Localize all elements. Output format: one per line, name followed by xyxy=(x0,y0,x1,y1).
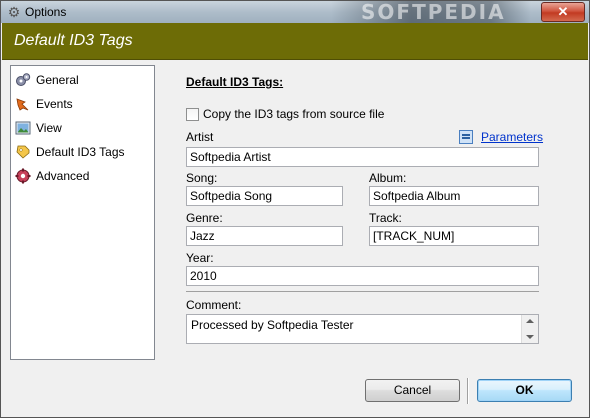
nav-item-label: View xyxy=(36,121,62,135)
nav-item-view[interactable]: View xyxy=(15,118,151,138)
section-title: Default ID3 Tags: xyxy=(186,75,284,89)
scroll-up-icon[interactable] xyxy=(526,319,534,323)
page-header: Default ID3 Tags xyxy=(2,23,588,60)
title-bar[interactable]: SOFTPEDIA ⚙ Options ✕ xyxy=(1,1,589,23)
track-label: Track: xyxy=(369,211,402,225)
window-title: Options xyxy=(25,5,67,19)
album-label: Album: xyxy=(369,171,407,185)
nav-item-advanced[interactable]: Advanced xyxy=(15,166,151,186)
artist-label: Artist xyxy=(186,130,214,144)
tags-icon xyxy=(15,144,31,160)
id3-tags-panel: Default ID3 Tags: Copy the ID3 tags from… xyxy=(167,65,579,365)
nav-item-default-id3-tags[interactable]: Default ID3 Tags xyxy=(15,142,151,162)
gear-icon: ⚙ xyxy=(7,4,21,20)
options-nav: General Events View Default ID3 Tags Adv… xyxy=(10,65,155,360)
genre-label: Genre: xyxy=(186,211,223,225)
nav-item-label: Advanced xyxy=(36,169,90,183)
divider xyxy=(186,291,539,292)
events-icon xyxy=(15,96,31,112)
nav-item-label: General xyxy=(36,73,79,87)
watermark: SOFTPEDIA xyxy=(331,1,531,23)
parameters-link[interactable]: Parameters xyxy=(481,130,543,144)
close-button[interactable]: ✕ xyxy=(541,2,585,22)
view-icon xyxy=(15,120,31,136)
track-field[interactable]: [TRACK_NUM] xyxy=(369,226,539,246)
scroll-down-icon[interactable] xyxy=(526,335,534,339)
parameters-icon[interactable] xyxy=(459,130,473,144)
gears-icon xyxy=(15,72,31,88)
nav-item-label: Default ID3 Tags xyxy=(36,145,125,159)
artist-field[interactable]: Softpedia Artist xyxy=(186,147,539,167)
nav-item-events[interactable]: Events xyxy=(15,94,151,114)
song-field[interactable]: Softpedia Song xyxy=(186,186,343,206)
genre-field[interactable]: Jazz xyxy=(186,226,343,246)
comment-scrollbar[interactable] xyxy=(521,315,538,343)
nav-item-general[interactable]: General xyxy=(15,70,151,90)
comment-label: Comment: xyxy=(186,298,242,312)
song-label: Song: xyxy=(186,171,218,185)
advanced-icon xyxy=(15,168,31,184)
button-separator xyxy=(467,378,469,404)
copy-tags-checkbox-label[interactable]: Copy the ID3 tags from source file xyxy=(203,107,384,121)
options-window: SOFTPEDIA ⚙ Options ✕ Default ID3 Tags G… xyxy=(0,0,590,418)
comment-textarea[interactable]: Processed by Softpedia Tester xyxy=(186,314,539,344)
album-field[interactable]: Softpedia Album xyxy=(369,186,539,206)
year-label: Year: xyxy=(186,251,214,265)
cancel-button[interactable]: Cancel xyxy=(365,379,460,402)
nav-item-label: Events xyxy=(36,97,73,111)
comment-text: Processed by Softpedia Tester xyxy=(191,318,354,332)
copy-tags-checkbox[interactable] xyxy=(186,108,199,121)
ok-button[interactable]: OK xyxy=(477,379,572,402)
page-title: Default ID3 Tags xyxy=(14,32,133,49)
year-field[interactable]: 2010 xyxy=(186,266,539,286)
